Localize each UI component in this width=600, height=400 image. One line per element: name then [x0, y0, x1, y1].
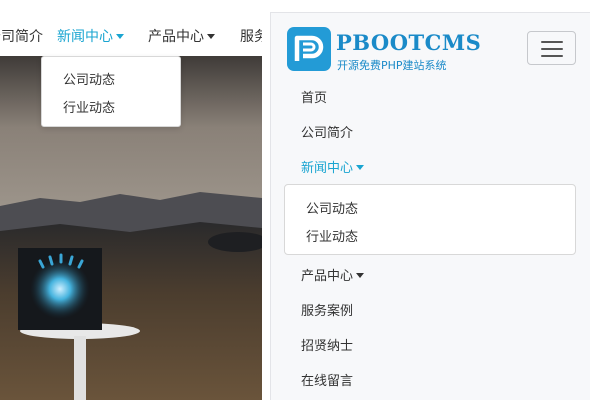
nav-item-products-label: 产品中心 — [148, 29, 204, 45]
hamburger-menu-icon — [541, 55, 563, 57]
desktop-view: 公司简介 新闻中心 产品中心 服务案例 — [0, 0, 262, 400]
mobile-nav-company[interactable]: 公司简介 — [301, 122, 353, 141]
top-navbar: 公司简介 新闻中心 产品中心 服务案例 — [0, 0, 262, 56]
logo[interactable]: PBOOTCMS 开源免费PHP建站系统 — [287, 27, 487, 75]
nav-item-news[interactable]: 新闻中心 — [57, 28, 124, 46]
mobile-nav-products[interactable]: 产品中心 — [301, 265, 365, 284]
mobile-nav-cases[interactable]: 服务案例 — [301, 300, 353, 319]
navbar-toggle-button[interactable] — [527, 31, 576, 65]
dropdown-item-industry-news[interactable]: 行业动态 — [63, 97, 115, 116]
mobile-nav-message[interactable]: 在线留言 — [301, 370, 353, 389]
screenshot-stage: 公司简介 新闻中心 产品中心 服务案例 — [0, 0, 600, 400]
mobile-nav-news-label: 新闻中心 — [301, 161, 354, 176]
desktop-dropdown-menu: 公司动态 行业动态 — [41, 56, 181, 127]
mobile-nav-home[interactable]: 首页 — [301, 87, 327, 106]
glowing-orb — [30, 259, 90, 319]
nav-item-cases[interactable]: 服务案例 — [240, 28, 262, 46]
nav-item-company[interactable]: 公司简介 — [0, 28, 43, 46]
pboot-logo-icon — [294, 35, 324, 61]
caret-down-icon — [356, 273, 365, 278]
mobile-nav-careers[interactable]: 招贤纳士 — [301, 335, 353, 354]
table-leg — [74, 336, 86, 400]
hamburger-menu-icon — [541, 48, 563, 50]
caret-down-icon — [116, 33, 124, 39]
logo-subtitle: 开源免费PHP建站系统 — [337, 59, 447, 72]
mobile-view: PBOOTCMS 开源免费PHP建站系统 首页 公司简介 新闻中心 公司动态 行… — [270, 12, 590, 400]
caret-down-icon — [356, 165, 365, 170]
nav-item-news-label: 新闻中心 — [57, 29, 113, 45]
mobile-nav-news[interactable]: 新闻中心 — [301, 157, 365, 176]
dropdown-item-company-news[interactable]: 公司动态 — [63, 69, 115, 88]
nav-item-products[interactable]: 产品中心 — [148, 28, 215, 46]
mobile-dropdown-menu: 公司动态 行业动态 — [284, 184, 576, 255]
hamburger-menu-icon — [541, 41, 563, 43]
mobile-dropdown-item-company-news[interactable]: 公司动态 — [306, 198, 358, 217]
mobile-dropdown-item-industry-news[interactable]: 行业动态 — [306, 226, 358, 245]
mobile-nav-products-label: 产品中心 — [301, 269, 354, 284]
caret-down-icon — [207, 33, 215, 39]
logo-mark — [287, 27, 331, 71]
logo-title: PBOOTCMS — [336, 30, 482, 55]
